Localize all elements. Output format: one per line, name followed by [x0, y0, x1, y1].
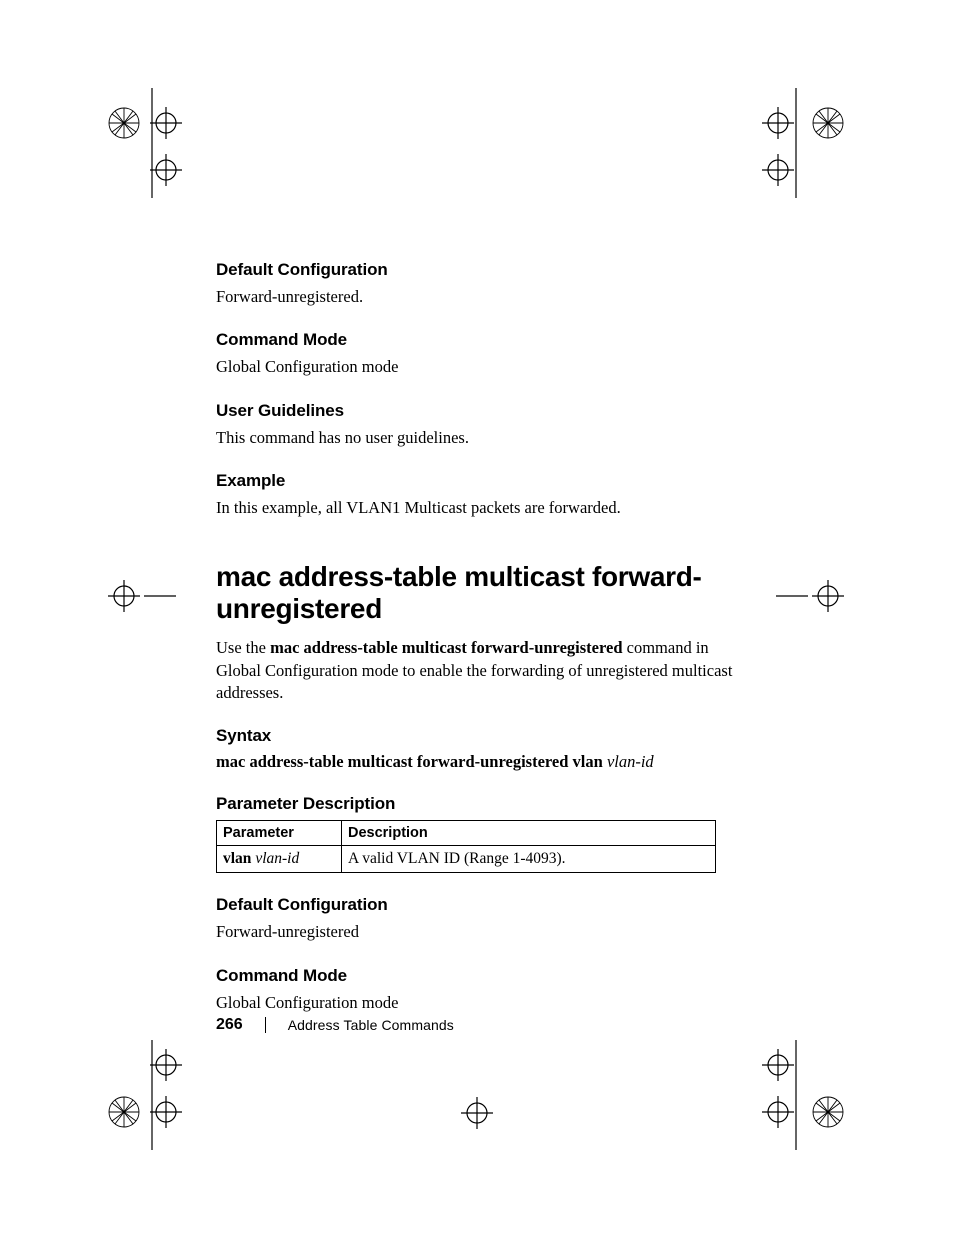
- heading-user-guidelines: User Guidelines: [216, 401, 736, 421]
- body-default-config-2: Forward-unregistered: [216, 921, 736, 943]
- body-command-mode-1: Global Configuration mode: [216, 356, 736, 378]
- syntax-line: mac address-table multicast forward-unre…: [216, 752, 736, 772]
- td-parameter-bold: vlan: [223, 850, 255, 867]
- heading-example: Example: [216, 471, 736, 491]
- crop-mark-icon: [452, 1088, 502, 1138]
- body-default-config-1: Forward-unregistered.: [216, 286, 736, 308]
- th-parameter: Parameter: [217, 821, 342, 846]
- th-description: Description: [342, 821, 716, 846]
- heading-command-mode-2: Command Mode: [216, 966, 736, 986]
- footer-separator: [265, 1017, 266, 1033]
- footer-section: Address Table Commands: [288, 1017, 454, 1033]
- heading-command-mode-1: Command Mode: [216, 330, 736, 350]
- heading-default-config-1: Default Configuration: [216, 260, 736, 280]
- page-footer: 266 Address Table Commands: [216, 1016, 454, 1034]
- crop-mark-icon: [96, 88, 196, 198]
- crop-mark-icon: [748, 1040, 858, 1150]
- command-title: mac address-table multicast forward-unre…: [216, 561, 736, 625]
- command-intro-bold: mac address-table multicast forward-unre…: [270, 638, 622, 657]
- syntax-bold: mac address-table multicast forward-unre…: [216, 752, 607, 771]
- body-user-guidelines: This command has no user guidelines.: [216, 427, 736, 449]
- heading-parameter-description: Parameter Description: [216, 794, 736, 814]
- parameter-table: Parameter Description vlan vlan-id A val…: [216, 820, 716, 873]
- crop-mark-icon: [748, 88, 858, 198]
- page-body: Default Configuration Forward-unregister…: [216, 260, 736, 1036]
- crop-mark-icon: [776, 576, 856, 616]
- heading-syntax: Syntax: [216, 726, 736, 746]
- td-parameter: vlan vlan-id: [217, 846, 342, 873]
- command-intro-pre: Use the: [216, 638, 270, 657]
- syntax-italic: vlan-id: [607, 752, 654, 771]
- table-header-row: Parameter Description: [217, 821, 716, 846]
- crop-mark-icon: [96, 576, 176, 616]
- body-example: In this example, all VLAN1 Multicast pac…: [216, 497, 736, 519]
- table-row: vlan vlan-id A valid VLAN ID (Range 1-40…: [217, 846, 716, 873]
- heading-default-config-2: Default Configuration: [216, 895, 736, 915]
- page-number: 266: [216, 1016, 243, 1034]
- command-intro: Use the mac address-table multicast forw…: [216, 637, 736, 704]
- td-description: A valid VLAN ID (Range 1-4093).: [342, 846, 716, 873]
- td-parameter-italic: vlan-id: [255, 850, 299, 867]
- body-command-mode-2: Global Configuration mode: [216, 992, 736, 1014]
- crop-mark-icon: [96, 1040, 196, 1150]
